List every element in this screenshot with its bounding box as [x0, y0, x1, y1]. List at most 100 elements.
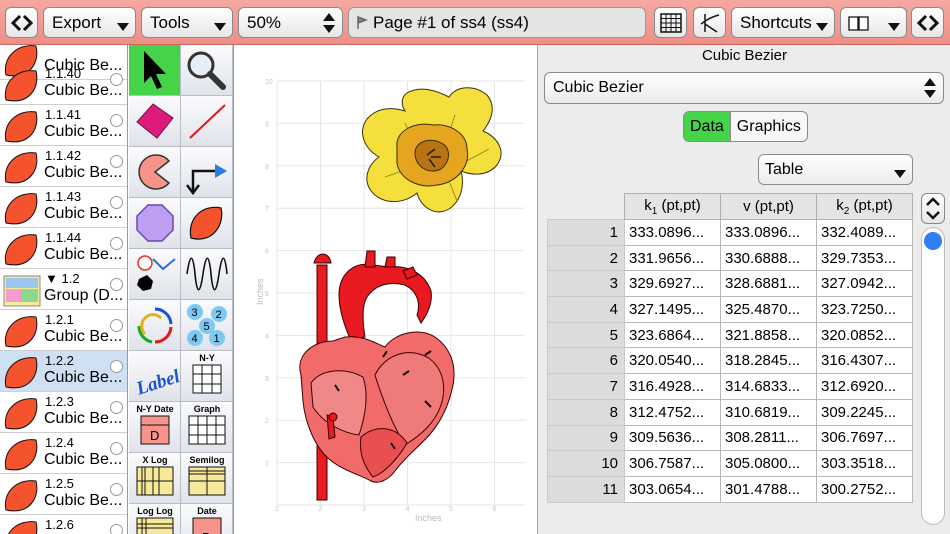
cell-v[interactable]: 310.6819...: [720, 398, 817, 426]
outline-item[interactable]: 1.1.40 Cubic Be...: [0, 64, 127, 105]
cell-k2[interactable]: 327.0942...: [816, 270, 913, 298]
cell-k1[interactable]: 323.6864...: [624, 321, 721, 349]
scroll-thumb[interactable]: [924, 232, 942, 250]
cell-v[interactable]: 330.6888...: [720, 244, 817, 272]
ny-date-tool[interactable]: N-Y Date D: [129, 402, 181, 453]
label-tool[interactable]: Label: [129, 351, 181, 402]
table-row[interactable]: 4 327.1495... 325.4870... 323.7250...: [547, 296, 913, 323]
cell-k2[interactable]: 306.7697...: [816, 424, 913, 452]
outline-item[interactable]: 1.2.6: [0, 515, 127, 534]
cell-k2[interactable]: 309.2245...: [816, 398, 913, 426]
cell-k2[interactable]: 303.3518...: [816, 450, 913, 477]
cell-k1[interactable]: 316.4928...: [624, 373, 721, 400]
visibility-radio[interactable]: [110, 319, 123, 332]
outline-item[interactable]: 1.2.3 Cubic Be...: [0, 392, 127, 433]
visibility-radio[interactable]: [110, 237, 123, 250]
select-tool[interactable]: [129, 45, 181, 96]
column-header-v[interactable]: v (pt,pt): [720, 193, 817, 220]
export-menu-button[interactable]: Export: [43, 7, 136, 38]
visibility-radio[interactable]: [110, 278, 123, 291]
cell-k2[interactable]: 329.7353...: [816, 244, 913, 272]
cell-k2[interactable]: 323.7250...: [816, 296, 913, 323]
shapes-tool[interactable]: [129, 249, 181, 300]
zoom-tool[interactable]: [181, 45, 233, 96]
cell-k2[interactable]: 316.4307...: [816, 347, 913, 375]
outline-item[interactable]: 1.2.5 Cubic Be...: [0, 474, 127, 515]
cell-v[interactable]: 308.2811...: [720, 424, 817, 452]
cell-k1[interactable]: 329.6927...: [624, 270, 721, 298]
outline-item[interactable]: 1.2.4 Cubic Be...: [0, 433, 127, 474]
drawing-canvas[interactable]: 10 9 8 7 6 5 4 3 2 1 1 2 3 4 5 6 Inches Inches: [235, 45, 537, 534]
visibility-radio[interactable]: [110, 442, 123, 455]
outline-item[interactable]: 1.1.43 Cubic Be...: [0, 187, 127, 228]
cell-v[interactable]: 305.0800...: [720, 450, 817, 477]
rectangle-tool[interactable]: [129, 96, 181, 147]
cell-k1[interactable]: 327.1495...: [624, 296, 721, 323]
cell-k1[interactable]: 306.7587...: [624, 450, 721, 477]
view-mode-select[interactable]: Table: [758, 154, 913, 185]
cell-v[interactable]: 321.8858...: [720, 321, 817, 349]
cell-v[interactable]: 328.6881...: [720, 270, 817, 298]
table-scroll-stepper[interactable]: [921, 193, 945, 224]
visibility-radio[interactable]: [110, 155, 123, 168]
column-header-k2[interactable]: k2 (pt,pt): [816, 193, 913, 220]
visibility-radio[interactable]: [110, 114, 123, 127]
cell-k1[interactable]: 303.0654...: [624, 475, 721, 503]
cell-k2[interactable]: 300.2752...: [816, 475, 913, 503]
table-row[interactable]: 7 316.4928... 314.6833... 312.6920...: [547, 373, 913, 400]
table-scrollbar[interactable]: [921, 227, 945, 525]
visibility-radio[interactable]: [110, 524, 123, 534]
shortcuts-menu-button[interactable]: Shortcuts: [731, 7, 835, 38]
cell-k2[interactable]: 312.6920...: [816, 373, 913, 400]
table-row[interactable]: 5 323.6864... 321.8858... 320.0852...: [547, 321, 913, 349]
page-selector[interactable]: Page #1 of ss4 (ss4): [348, 7, 646, 38]
cell-k1[interactable]: 331.9656...: [624, 244, 721, 272]
wave-tool[interactable]: [181, 249, 233, 300]
cell-k1[interactable]: 333.0896...: [624, 219, 721, 246]
cell-v[interactable]: 325.4870...: [720, 296, 817, 323]
cell-k2[interactable]: 332.4089...: [816, 219, 913, 246]
object-type-select[interactable]: Cubic Bezier: [544, 72, 944, 104]
data-graphics-segmented[interactable]: Data Graphics: [683, 111, 808, 142]
visibility-radio[interactable]: [110, 196, 123, 209]
arc-tool[interactable]: [129, 300, 181, 351]
visibility-radio[interactable]: [110, 483, 123, 496]
next-prev-button[interactable]: [911, 7, 944, 38]
visibility-radio[interactable]: [110, 73, 123, 86]
table-row[interactable]: 2 331.9656... 330.6888... 329.7353...: [547, 244, 913, 272]
bubbles-tool[interactable]: 3 254 1: [181, 300, 233, 351]
visibility-radio[interactable]: [110, 401, 123, 414]
table-row[interactable]: 8 312.4752... 310.6819... 309.2245...: [547, 398, 913, 426]
back-forward-button[interactable]: [5, 7, 38, 38]
bezier-tool[interactable]: [181, 198, 233, 249]
line-tool[interactable]: [181, 96, 233, 147]
tab-graphics[interactable]: Graphics: [731, 112, 807, 141]
visibility-radio[interactable]: [110, 360, 123, 373]
polygon-tool[interactable]: [129, 198, 181, 249]
cell-v[interactable]: 333.0896...: [720, 219, 817, 246]
cell-v[interactable]: 301.4788...: [720, 475, 817, 503]
cell-k1[interactable]: 320.0540...: [624, 347, 721, 375]
column-header-k1[interactable]: k1 (pt,pt): [624, 193, 721, 220]
date-tool[interactable]: Date D: [181, 504, 233, 534]
cell-v[interactable]: 314.6833...: [720, 373, 817, 400]
outline-item[interactable]: 1.1.42 Cubic Be...: [0, 146, 127, 187]
xlog-tool[interactable]: X Log: [129, 453, 181, 504]
outline-item[interactable]: 1.1.44 Cubic Be...: [0, 228, 127, 269]
data-table[interactable]: k1 (pt,pt) v (pt,pt) k2 (pt,pt) 1 333.089…: [547, 193, 913, 503]
outline-item[interactable]: 1.1.41 Cubic Be...: [0, 105, 127, 146]
table-row[interactable]: 6 320.0540... 318.2845... 316.4307...: [547, 347, 913, 375]
table-row[interactable]: 3 329.6927... 328.6881... 327.0942...: [547, 270, 913, 298]
table-row[interactable]: 1 333.0896... 333.0896... 332.4089...: [547, 219, 913, 246]
outline-item[interactable]: 1.2.2 Cubic Be...: [0, 351, 127, 392]
outline-item[interactable]: ▼ 1.2 Group (D...: [0, 269, 127, 310]
object-outline-list[interactable]: Cubic Be... 1.1.40 Cubic Be... 1.1.41 Cubic …: [0, 45, 128, 534]
tab-data[interactable]: Data: [684, 112, 731, 141]
zoom-select[interactable]: 50%: [238, 7, 343, 38]
table-row[interactable]: 11 303.0654... 301.4788... 300.2752...: [547, 475, 913, 503]
semilog-tool[interactable]: Semilog: [181, 453, 233, 504]
cell-k2[interactable]: 320.0852...: [816, 321, 913, 349]
book-menu-button[interactable]: [840, 7, 907, 38]
curve-tool-button[interactable]: [693, 7, 726, 38]
graph-tool[interactable]: Graph: [181, 402, 233, 453]
